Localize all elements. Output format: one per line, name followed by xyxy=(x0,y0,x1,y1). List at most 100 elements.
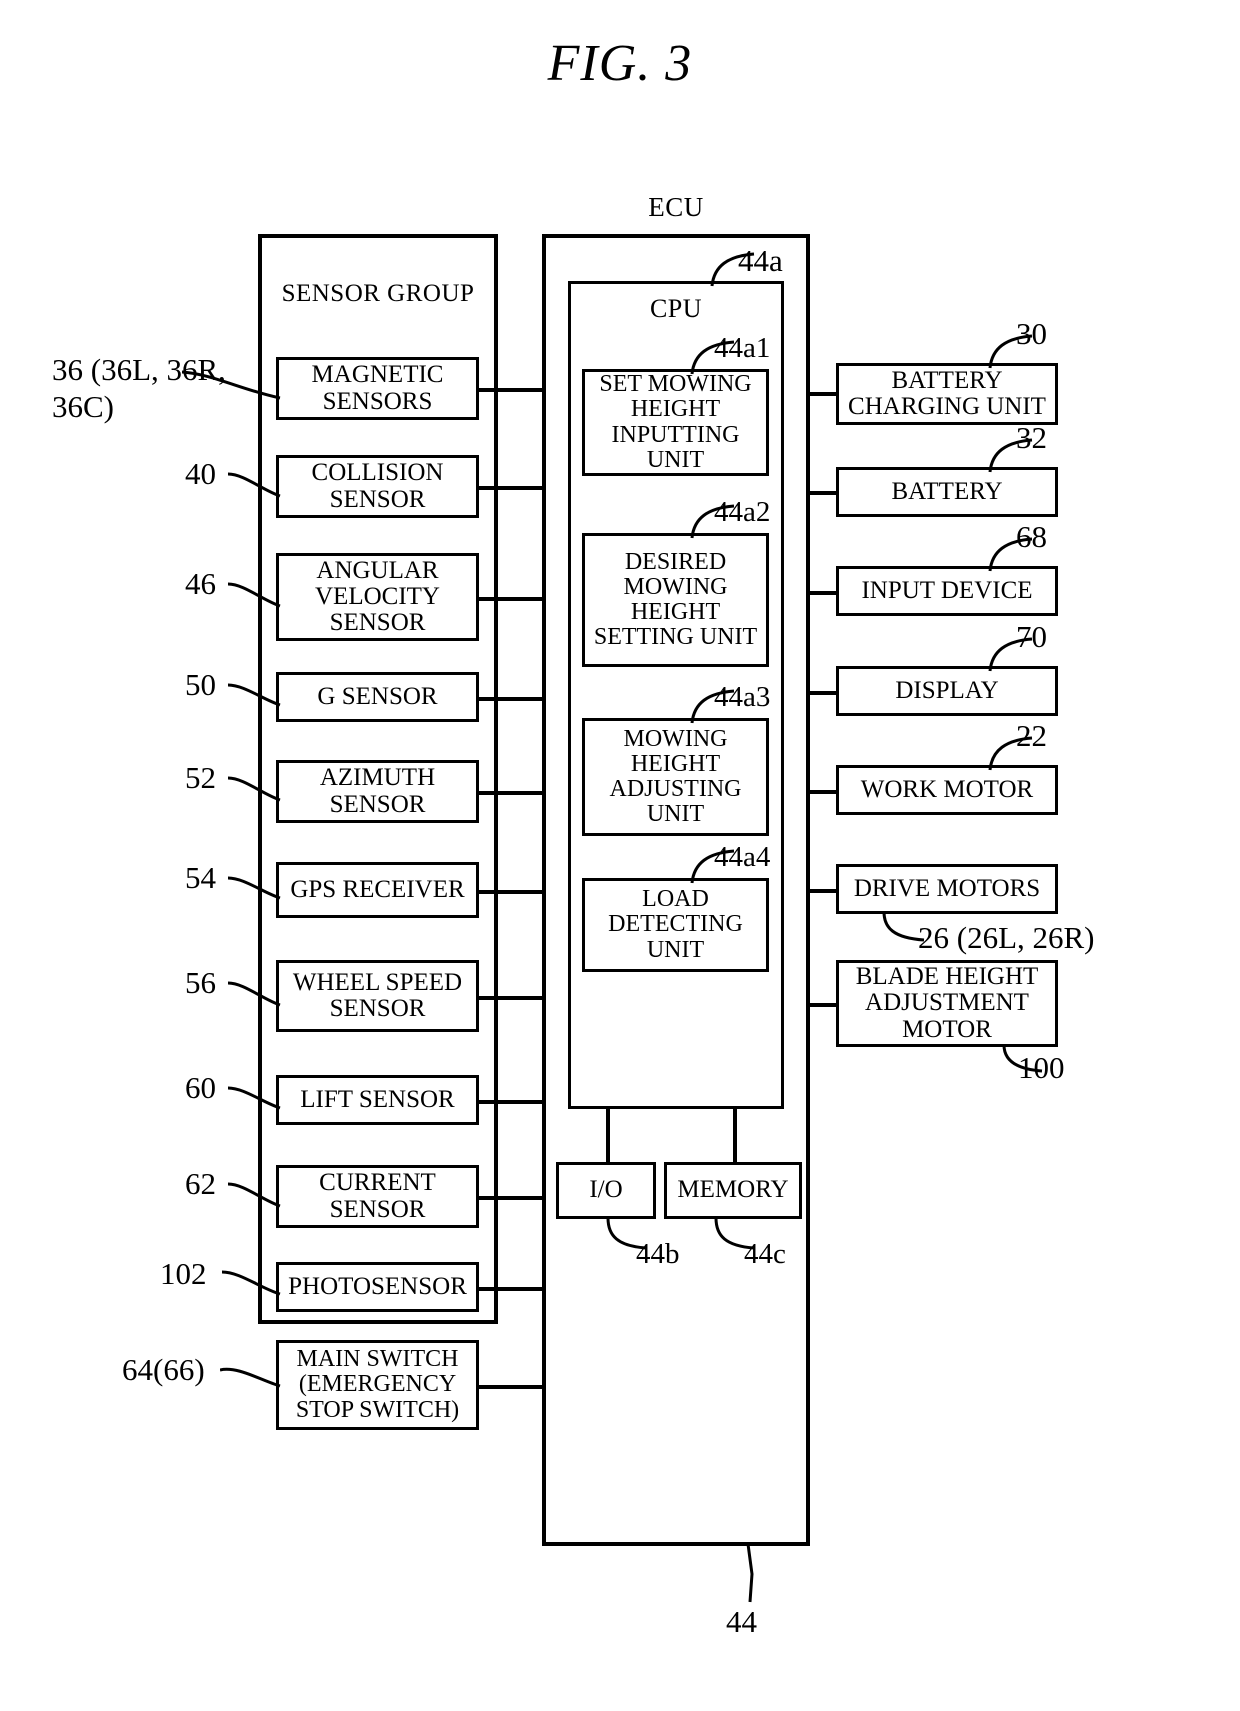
sensor-group-heading: SENSOR GROUP xyxy=(281,280,475,307)
cpu-unit-desired-mowing-height-setting-unit[interactable]: DESIRED MOWING HEIGHT SETTING UNIT xyxy=(582,533,769,667)
io-label: I/O xyxy=(589,1176,623,1204)
ref-44a3: 44a3 xyxy=(714,681,771,713)
connector-gps-receiver xyxy=(479,890,544,894)
peripheral-box-work-motor[interactable]: WORK MOTOR xyxy=(836,765,1058,815)
peripheral-box-battery-charging-unit[interactable]: BATTERY CHARGING UNIT xyxy=(836,363,1058,425)
ref-leader-current-sensor xyxy=(228,1182,281,1208)
cpu-unit-label: MOWING HEIGHT ADJUSTING UNIT xyxy=(609,725,742,828)
ref-magnetic-sensors: 36 (36L, 36R, 36C) xyxy=(52,352,226,424)
sensor-box-gps-receiver[interactable]: GPS RECEIVER xyxy=(276,862,479,918)
ref-lift-sensor: 60 xyxy=(185,1070,216,1105)
ref-drive-motors: 26 (26L, 26R) xyxy=(918,920,1095,955)
cpu-unit-mowing-height-adjusting-unit[interactable]: MOWING HEIGHT ADJUSTING UNIT xyxy=(582,718,769,836)
figure-title: FIG. 3 xyxy=(547,35,693,92)
ref-battery-charging-unit: 30 xyxy=(1016,316,1047,351)
ref-leader-collision-sensor xyxy=(228,472,281,498)
peripheral-label: BATTERY CHARGING UNIT xyxy=(848,366,1046,420)
sensor-box-lift-sensor[interactable]: LIFT SENSOR xyxy=(276,1075,479,1125)
connector-current-sensor xyxy=(479,1196,544,1200)
cpu-unit-label: SET MOWING HEIGHT INPUTTING UNIT xyxy=(599,371,752,473)
connector-magnetic-sensors xyxy=(479,388,544,392)
sensor-label: WHEEL SPEED SENSOR xyxy=(292,968,463,1022)
ref-leader-photosensor xyxy=(222,1270,281,1296)
cpu-unit-load-detecting-unit[interactable]: LOAD DETECTING UNIT xyxy=(582,878,769,972)
sensor-box-wheel-speed-sensor[interactable]: WHEEL SPEED SENSOR xyxy=(276,960,479,1032)
sensor-label: G SENSOR xyxy=(317,682,438,710)
peripheral-box-input-device[interactable]: INPUT DEVICE xyxy=(836,566,1058,616)
sensor-label: MAGNETIC SENSORS xyxy=(311,361,444,415)
main-switch-box[interactable]: MAIN SWITCH (EMERGENCY STOP SWITCH) xyxy=(276,1340,479,1430)
connector-azimuth-sensor xyxy=(479,791,544,795)
stem-memory xyxy=(733,1109,737,1162)
peripheral-box-battery[interactable]: BATTERY xyxy=(836,467,1058,517)
ref-main-switch: 64(66) xyxy=(122,1352,205,1387)
peripheral-label: INPUT DEVICE xyxy=(861,576,1033,604)
ecu-heading: ECU xyxy=(648,192,704,222)
sensor-label: ANGULAR VELOCITY SENSOR xyxy=(315,556,440,637)
connector-collision-sensor xyxy=(479,486,544,490)
memory-box[interactable]: MEMORY xyxy=(664,1162,802,1219)
cpu-heading: CPU xyxy=(649,294,703,323)
connector-wheel-speed-sensor xyxy=(479,996,544,1000)
peripheral-label: WORK MOTOR xyxy=(860,775,1034,803)
ecu-ref: 44 xyxy=(726,1604,757,1639)
peripheral-label: DISPLAY xyxy=(895,676,999,704)
ref-wheel-speed-sensor: 56 xyxy=(185,965,216,1000)
connector-g-sensor xyxy=(479,697,544,701)
sensor-box-angular-velocity-sensor[interactable]: ANGULAR VELOCITY SENSOR xyxy=(276,553,479,641)
connector-photosensor xyxy=(479,1287,544,1291)
connector-lift-sensor xyxy=(479,1100,544,1104)
ref-display: 70 xyxy=(1016,619,1047,654)
peripheral-box-display[interactable]: DISPLAY xyxy=(836,666,1058,716)
ref-work-motor: 22 xyxy=(1016,718,1047,753)
sensor-box-collision-sensor[interactable]: COLLISION SENSOR xyxy=(276,455,479,518)
ref-44a1: 44a1 xyxy=(714,332,771,364)
sensor-label: GPS RECEIVER xyxy=(290,875,465,903)
sensor-box-magnetic-sensors[interactable]: MAGNETIC SENSORS xyxy=(276,357,479,420)
sensor-box-azimuth-sensor[interactable]: AZIMUTH SENSOR xyxy=(276,760,479,823)
peripheral-box-blade-height-adjustment-motor[interactable]: BLADE HEIGHT ADJUSTMENT MOTOR xyxy=(836,960,1058,1047)
io-box[interactable]: I/O xyxy=(556,1162,656,1219)
ref-battery: 32 xyxy=(1016,420,1047,455)
ref-44a2: 44a2 xyxy=(714,496,771,528)
ref-g-sensor: 50 xyxy=(185,667,216,702)
cpu-unit-label: LOAD DETECTING UNIT xyxy=(608,886,743,963)
peripheral-label: DRIVE MOTORS xyxy=(853,874,1041,902)
ref-collision-sensor: 40 xyxy=(185,456,216,491)
ref-leader-main-switch xyxy=(220,1367,281,1388)
ref-leader-angular-velocity-sensor xyxy=(228,582,281,608)
stem-io xyxy=(606,1109,610,1162)
ref-leader-g-sensor xyxy=(228,683,281,707)
ref-photosensor: 102 xyxy=(160,1256,207,1291)
connector-main-switch xyxy=(479,1385,544,1389)
ref-44b: 44b xyxy=(636,1238,680,1270)
sensor-label: AZIMUTH SENSOR xyxy=(319,764,436,818)
cpu-unit-set-mowing-height-inputting-unit[interactable]: SET MOWING HEIGHT INPUTTING UNIT xyxy=(582,369,769,476)
ref-leader-gps-receiver xyxy=(228,876,281,900)
sensor-label: PHOTOSENSOR xyxy=(288,1272,467,1300)
cpu-unit-label: DESIRED MOWING HEIGHT SETTING UNIT xyxy=(593,548,758,651)
peripheral-label: BATTERY xyxy=(891,477,1003,505)
ref-gps-receiver: 54 xyxy=(185,860,216,895)
ref-44c: 44c xyxy=(744,1238,786,1270)
connector-angular-velocity-sensor xyxy=(479,597,544,601)
sensor-label: LIFT SENSOR xyxy=(300,1085,455,1113)
sensor-box-photosensor[interactable]: PHOTOSENSOR xyxy=(276,1262,479,1312)
ref-leader-azimuth-sensor xyxy=(228,776,281,802)
ref-azimuth-sensor: 52 xyxy=(185,760,216,795)
cpu-ref: 44a xyxy=(738,243,783,278)
sensor-box-g-sensor[interactable]: G SENSOR xyxy=(276,672,479,722)
peripheral-box-drive-motors[interactable]: DRIVE MOTORS xyxy=(836,864,1058,914)
memory-label: MEMORY xyxy=(677,1176,789,1204)
peripheral-label: BLADE HEIGHT ADJUSTMENT MOTOR xyxy=(855,963,1039,1043)
ref-current-sensor: 62 xyxy=(185,1166,216,1201)
ref-input-device: 68 xyxy=(1016,519,1047,554)
ref-leader-lift-sensor xyxy=(228,1086,281,1110)
ref-44a4: 44a4 xyxy=(714,841,771,873)
ref-blade-height-adjustment-motor: 100 xyxy=(1018,1050,1065,1085)
ref-leader-wheel-speed-sensor xyxy=(228,981,281,1007)
sensor-label: CURRENT SENSOR xyxy=(319,1169,436,1223)
sensor-label: COLLISION SENSOR xyxy=(311,459,444,513)
main-switch-label: MAIN SWITCH (EMERGENCY STOP SWITCH) xyxy=(295,1346,460,1423)
sensor-box-current-sensor[interactable]: CURRENT SENSOR xyxy=(276,1165,479,1228)
